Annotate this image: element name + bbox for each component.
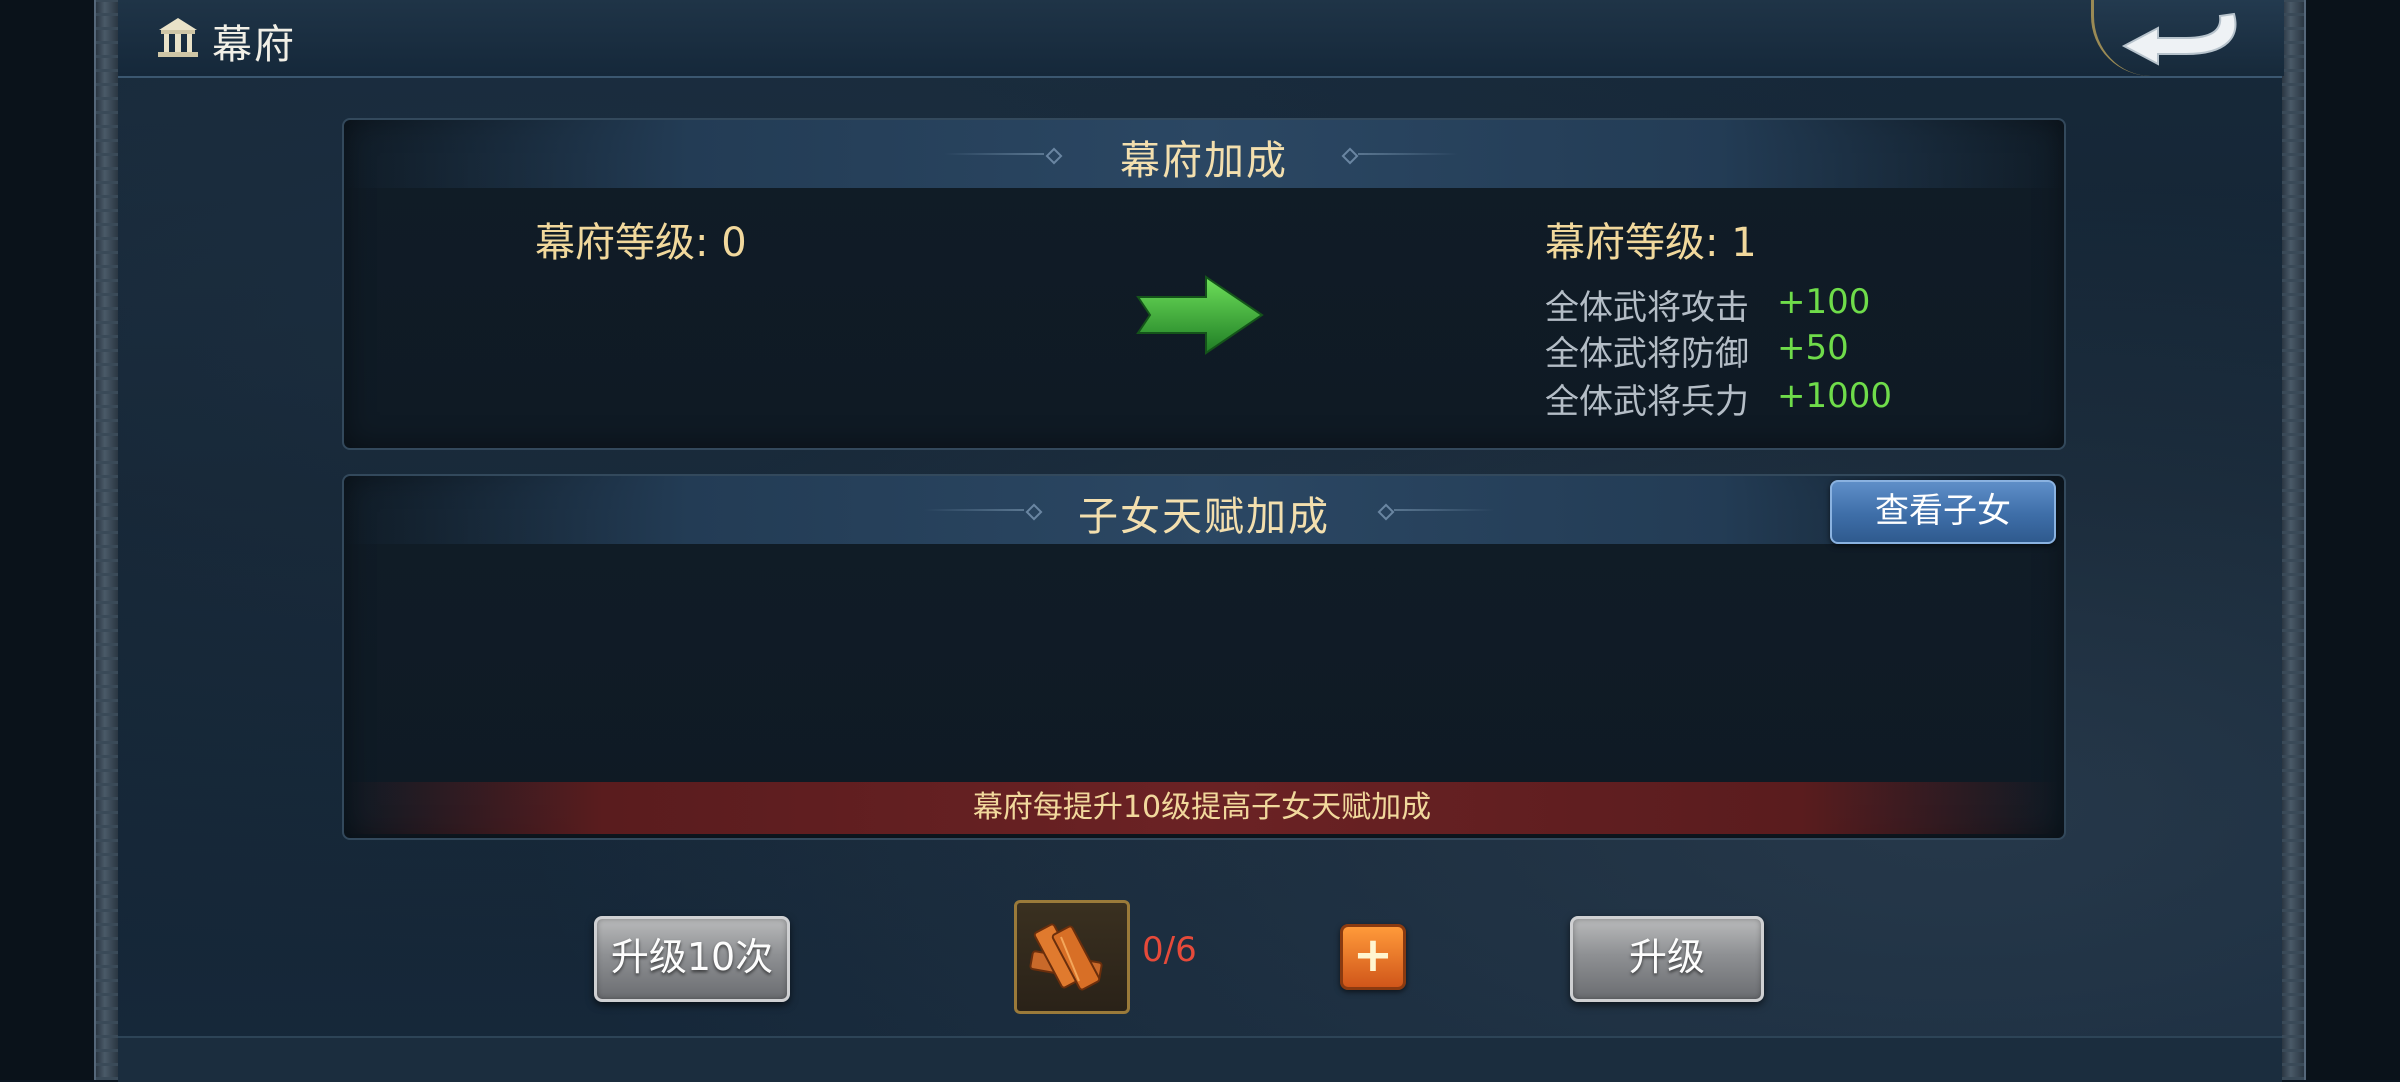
right-fret-decoration (2280, 0, 2306, 1080)
view-children-button[interactable]: 查看子女 (1830, 480, 2056, 544)
material-slot[interactable] (1014, 900, 1130, 1014)
stat-value: +1000 (1777, 376, 1893, 416)
stat-value: +100 (1777, 282, 1871, 322)
current-level: 幕府等级: 0 (535, 220, 747, 266)
stat-defense: 全体武将防御 +50 (1545, 326, 1849, 375)
stat-troops: 全体武将兵力 +1000 (1545, 374, 1892, 423)
top-bar (118, 0, 2282, 78)
green-arrow-icon (1136, 275, 1264, 355)
panel-title: 幕府加成 (1120, 138, 1288, 184)
bottom-strip (118, 1036, 2282, 1082)
panel-title: 子女天赋加成 (1078, 494, 1330, 540)
back-button[interactable] (2091, 0, 2284, 76)
palace-icon (158, 18, 198, 57)
return-arrow-icon (2121, 12, 2237, 66)
add-material-button[interactable]: + (1340, 924, 1406, 990)
wood-planks-icon (1029, 923, 1103, 991)
stat-attack: 全体武将攻击 +100 (1545, 280, 1870, 329)
title-ornament-right (1341, 147, 1464, 165)
upgrade-10-times-button[interactable]: 升级10次 (594, 916, 790, 1002)
material-count: 0/6 (1142, 930, 1197, 970)
panel-header: 幕府加成 (344, 120, 2064, 188)
stat-value: +50 (1777, 328, 1849, 368)
upgrade-button[interactable]: 升级 (1570, 916, 1764, 1002)
page-title: 幕府 (212, 22, 296, 68)
plus-icon: + (1352, 927, 1394, 983)
next-level: 幕府等级: 1 (1545, 220, 1757, 266)
upgrade-notice: 幕府每提升10级提高子女天赋加成 (346, 782, 2058, 834)
stat-label: 全体武将防御 (1545, 334, 1749, 374)
left-fret-decoration (94, 0, 120, 1080)
stat-label: 全体武将兵力 (1545, 382, 1749, 422)
panel-header: 子女天赋加成 (344, 476, 2064, 544)
stat-label: 全体武将攻击 (1545, 288, 1749, 328)
title-ornament-right (1377, 503, 1500, 521)
